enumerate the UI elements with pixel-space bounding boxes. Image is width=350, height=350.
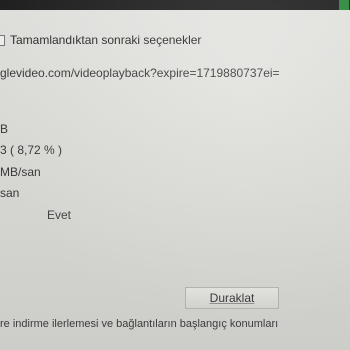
close-button-edge[interactable]: [339, 0, 349, 10]
download-url: glevideo.com/videoplayback?expire=171988…: [0, 66, 280, 80]
pause-button[interactable]: Duraklat: [185, 287, 279, 309]
time-left-value: san: [0, 186, 20, 200]
file-size-value: B: [0, 122, 9, 136]
download-progress-info: re indirme ilerlemesi ve bağlantıların b…: [0, 318, 279, 330]
downloaded-value: 3 ( 8,72 % ): [0, 143, 63, 157]
download-progress-window: Tamamlandıktan sonraki seçenekler glevid…: [0, 0, 350, 350]
after-complete-checkbox[interactable]: [0, 34, 5, 46]
pause-button-label: Duraklat: [209, 291, 255, 305]
resume-capability-value: Evet: [47, 208, 72, 222]
after-complete-options-row[interactable]: Tamamlandıktan sonraki seçenekler: [0, 29, 350, 51]
window-titlebar: [0, 0, 350, 10]
photo-haze-overlay: [0, 0, 350, 350]
transfer-rate-value: MB/san: [0, 165, 41, 179]
after-complete-label: Tamamlandıktan sonraki seçenekler: [10, 33, 202, 47]
